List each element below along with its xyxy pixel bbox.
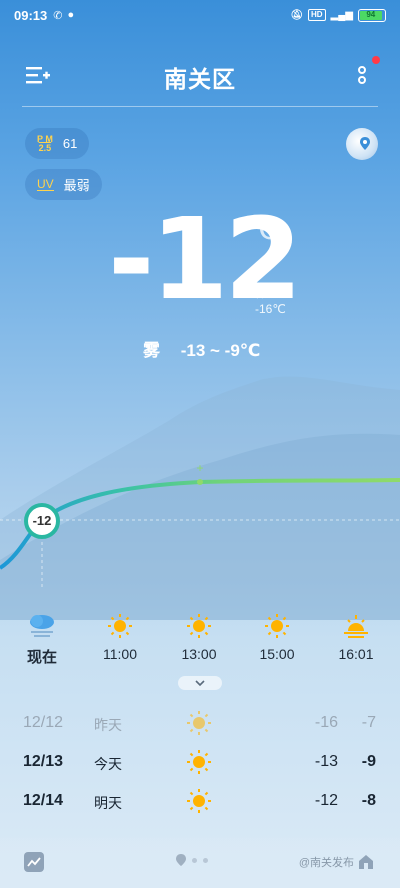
signal-icon: ▂▄▆ bbox=[330, 9, 353, 21]
hd-icon: HD bbox=[307, 9, 326, 21]
battery-icon: 94 bbox=[358, 8, 386, 22]
current-condition: 雾 -13 ~ -9℃ bbox=[143, 336, 260, 361]
hour-item[interactable]: 15:00 bbox=[247, 612, 307, 662]
status-time: 09:13 bbox=[14, 7, 48, 23]
home-icon[interactable] bbox=[356, 852, 376, 872]
page-indicator[interactable] bbox=[176, 854, 208, 866]
hour-item[interactable]: 现在 bbox=[12, 612, 72, 667]
trend-chart-icon[interactable] bbox=[24, 852, 44, 872]
pm25-chip[interactable]: P M 2.5 61 bbox=[25, 128, 90, 159]
bottom-bar: @南关发布 bbox=[0, 838, 400, 888]
mute-icon: 🔕︎ bbox=[290, 9, 303, 21]
hourly-forecast: 现在 11:00 13:00 15:00 16:01 bbox=[0, 612, 400, 672]
pm25-label: P M 2.5 bbox=[37, 133, 53, 153]
daily-row[interactable]: 12/13 今天 -13 -9 bbox=[0, 745, 400, 783]
page-dot bbox=[203, 857, 208, 863]
header: 南关区 bbox=[0, 48, 400, 104]
sun-icon bbox=[90, 612, 150, 640]
sun-icon bbox=[186, 749, 212, 780]
header-divider bbox=[22, 106, 378, 107]
now-temp-badge: -12 bbox=[24, 503, 60, 539]
status-bar: 09:13 ✆ ● 🔕︎ HD ▂▄▆ 94 bbox=[0, 0, 400, 30]
feels-like-value: -16℃ bbox=[255, 302, 286, 316]
call-icon: ✆ bbox=[53, 9, 63, 22]
temperature-curve: + bbox=[0, 461, 400, 590]
daily-row[interactable]: 12/12 昨天 -16 -7 bbox=[0, 706, 400, 744]
cloud-fog-icon bbox=[12, 612, 72, 640]
hour-item[interactable]: 16:01 bbox=[326, 612, 386, 662]
sun-icon bbox=[247, 612, 307, 640]
notification-dot bbox=[372, 56, 380, 64]
curve-peak-point bbox=[197, 479, 203, 485]
expand-toggle[interactable] bbox=[178, 676, 222, 690]
chevron-down-icon bbox=[195, 680, 205, 687]
daily-row[interactable]: 12/14 明天 -12 -8 bbox=[0, 784, 400, 822]
sun-icon bbox=[186, 710, 212, 741]
more-options-icon[interactable] bbox=[350, 60, 374, 88]
page-dot bbox=[192, 857, 197, 863]
pm25-value: 61 bbox=[62, 136, 78, 151]
sunset-icon bbox=[326, 612, 386, 640]
hour-item[interactable]: 11:00 bbox=[90, 612, 150, 662]
temperature-range: -13 ~ -9℃ bbox=[180, 341, 261, 360]
sun-icon bbox=[186, 788, 212, 819]
watermark: @南关发布 bbox=[298, 857, 354, 869]
location-pin-icon bbox=[176, 854, 186, 866]
city-name[interactable]: 南关区 bbox=[0, 60, 400, 94]
uv-value: 最弱 bbox=[63, 178, 90, 193]
battery-level: 94 bbox=[360, 10, 382, 20]
message-icon: ● bbox=[67, 9, 75, 21]
uv-label: UV bbox=[37, 177, 54, 191]
condition-text: 雾 bbox=[143, 341, 160, 360]
temperature-unit: ℃ bbox=[246, 213, 280, 246]
feels-like: 体感 -16℃ bbox=[255, 285, 286, 317]
hour-item[interactable]: 13:00 bbox=[169, 612, 229, 662]
feels-like-label: 体感 bbox=[255, 286, 280, 300]
curve-peak-marker: + bbox=[196, 461, 203, 475]
location-globe-icon[interactable] bbox=[346, 128, 378, 160]
uv-chip[interactable]: UV 最弱 bbox=[25, 169, 102, 200]
sun-icon bbox=[169, 612, 229, 640]
